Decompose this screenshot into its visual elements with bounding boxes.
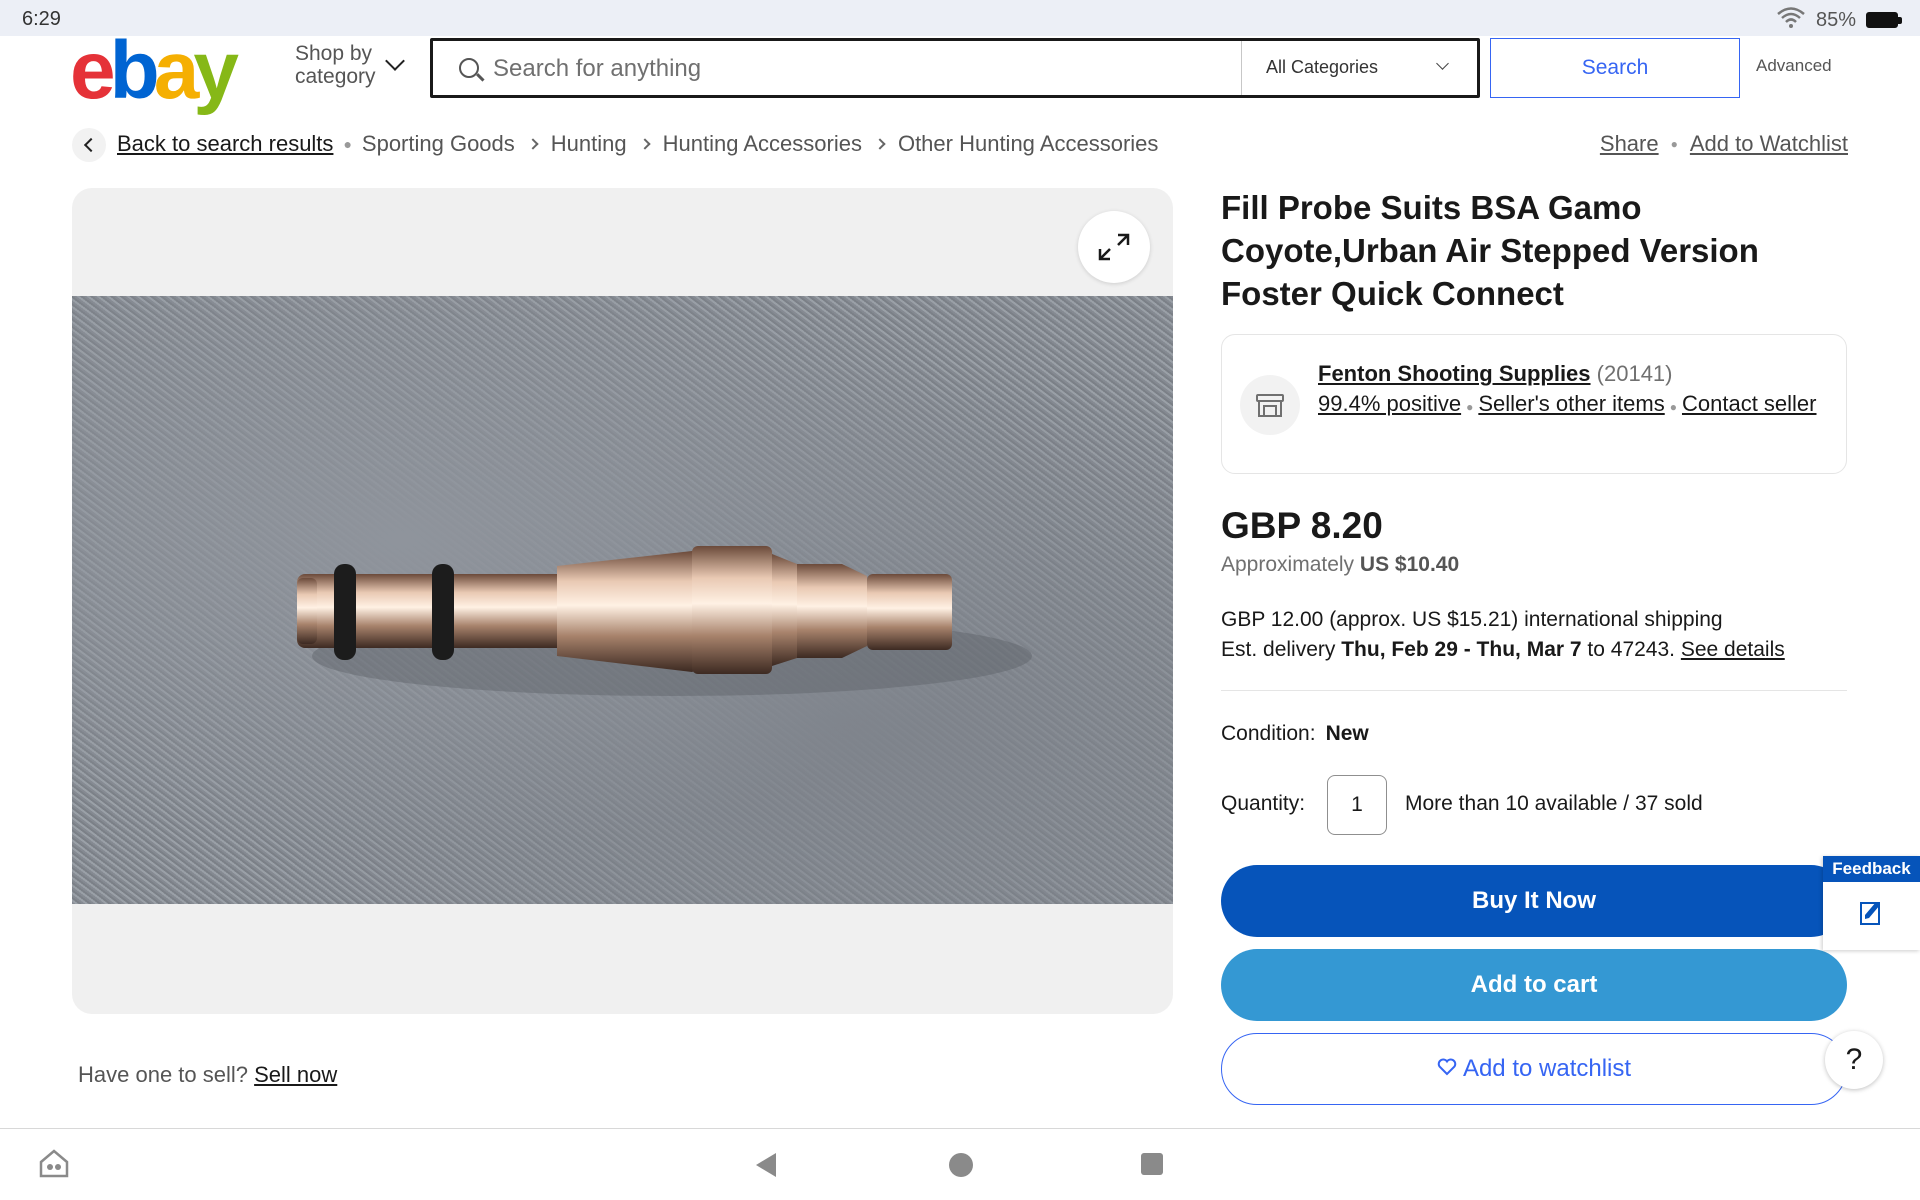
separator-dot: ● xyxy=(343,136,352,152)
breadcrumb: Back to search results ● Sporting Goods … xyxy=(117,131,1158,157)
shop-by-category[interactable]: Shop by category xyxy=(295,42,376,88)
feedback-edit-icon xyxy=(1823,882,1920,926)
share-actions: Share ● Add to Watchlist xyxy=(1599,131,1848,157)
breadcrumb-item[interactable]: Other Hunting Accessories xyxy=(898,131,1158,157)
shipping-info: GBP 12.00 (approx. US $15.21) internatio… xyxy=(1221,605,1785,665)
listing-title: Fill Probe Suits BSA Gamo Coyote,Urban A… xyxy=(1221,189,1759,312)
breadcrumb-chevron-icon xyxy=(638,138,651,150)
shipping-cost: GBP 12.00 (approx. US $15.21) internatio… xyxy=(1221,608,1723,631)
search-icon xyxy=(459,58,479,78)
battery-percent: 85% xyxy=(1815,8,1856,31)
chevron-down-icon xyxy=(1436,57,1449,70)
condition-value: New xyxy=(1325,722,1369,745)
seller-name-link[interactable]: Fenton Shooting Supplies xyxy=(1318,361,1591,386)
expand-icon[interactable] xyxy=(1078,211,1150,283)
condition: Condition: New xyxy=(1221,722,1369,745)
quantity-label: Quantity: xyxy=(1221,792,1306,815)
advanced-search-link[interactable]: Advanced xyxy=(1756,56,1832,76)
feedback-tab[interactable]: Feedback xyxy=(1823,856,1920,950)
divider xyxy=(1221,690,1847,691)
back-to-search-link[interactable]: Back to search results xyxy=(117,131,333,157)
android-nav-bar xyxy=(0,1128,1920,1200)
search-input[interactable] xyxy=(493,51,1253,87)
breadcrumb-chevron-icon xyxy=(874,138,886,150)
breadcrumb-item[interactable]: Hunting xyxy=(551,131,627,157)
availability: More than 10 available / 37 sold xyxy=(1405,792,1703,815)
status-bar: 6:29 85% xyxy=(0,0,1920,36)
nav-home-icon[interactable] xyxy=(949,1153,973,1177)
add-to-watchlist-button[interactable]: Add to watchlist xyxy=(1221,1033,1847,1105)
seller-feedback-count: (20141) xyxy=(1596,361,1673,386)
heart-icon xyxy=(1437,1055,1457,1083)
wifi-icon xyxy=(1776,6,1806,34)
positive-feedback-link[interactable]: 99.4% positive xyxy=(1318,391,1461,416)
breadcrumb-item[interactable]: Hunting Accessories xyxy=(663,131,862,157)
breadcrumb-chevron-icon xyxy=(527,138,539,150)
see-details-link[interactable]: See details xyxy=(1681,638,1785,661)
nav-back-icon[interactable] xyxy=(756,1153,776,1177)
nav-recents-icon[interactable] xyxy=(1141,1153,1163,1175)
chevron-down-icon[interactable] xyxy=(385,51,405,71)
seller-other-items-link[interactable]: Seller's other items xyxy=(1478,391,1664,416)
battery-icon xyxy=(1866,12,1902,28)
seller-card: Fenton Shooting Supplies (20141) 99.4% p… xyxy=(1221,334,1847,474)
store-icon xyxy=(1240,375,1300,435)
category-select[interactable]: All Categories xyxy=(1241,41,1477,95)
quantity-input[interactable] xyxy=(1327,775,1387,835)
ebay-logo[interactable]: ebay xyxy=(70,30,239,112)
back-arrow-icon[interactable] xyxy=(72,128,106,162)
home-app-icon[interactable] xyxy=(38,1147,70,1179)
buy-it-now-button[interactable]: Buy It Now xyxy=(1221,865,1847,937)
sell-now-link[interactable]: Sell now xyxy=(254,1062,337,1087)
search-button[interactable]: Search xyxy=(1490,38,1740,98)
delivery-estimate: Est. delivery Thu, Feb 29 - Thu, Mar 7 t… xyxy=(1221,638,1785,661)
help-button[interactable]: ? xyxy=(1825,1031,1883,1089)
sell-prompt: Have one to sell? Sell now xyxy=(78,1062,338,1087)
image-gallery[interactable] xyxy=(72,188,1173,1014)
add-to-watchlist-link[interactable]: Add to Watchlist xyxy=(1690,131,1848,157)
share-link[interactable]: Share xyxy=(1600,131,1659,157)
search-bar: All Categories xyxy=(430,38,1480,98)
status-time: 6:29 xyxy=(22,8,61,30)
approx-price: Approximately US $10.40 xyxy=(1221,553,1460,576)
breadcrumb-item[interactable]: Sporting Goods xyxy=(362,131,515,157)
product-photo[interactable] xyxy=(72,296,1173,904)
contact-seller-link[interactable]: Contact seller xyxy=(1682,391,1817,416)
add-to-cart-button[interactable]: Add to cart xyxy=(1221,949,1847,1021)
price: GBP 8.20 xyxy=(1221,505,1383,546)
seller-info: Fenton Shooting Supplies (20141) 99.4% p… xyxy=(1318,361,1817,416)
